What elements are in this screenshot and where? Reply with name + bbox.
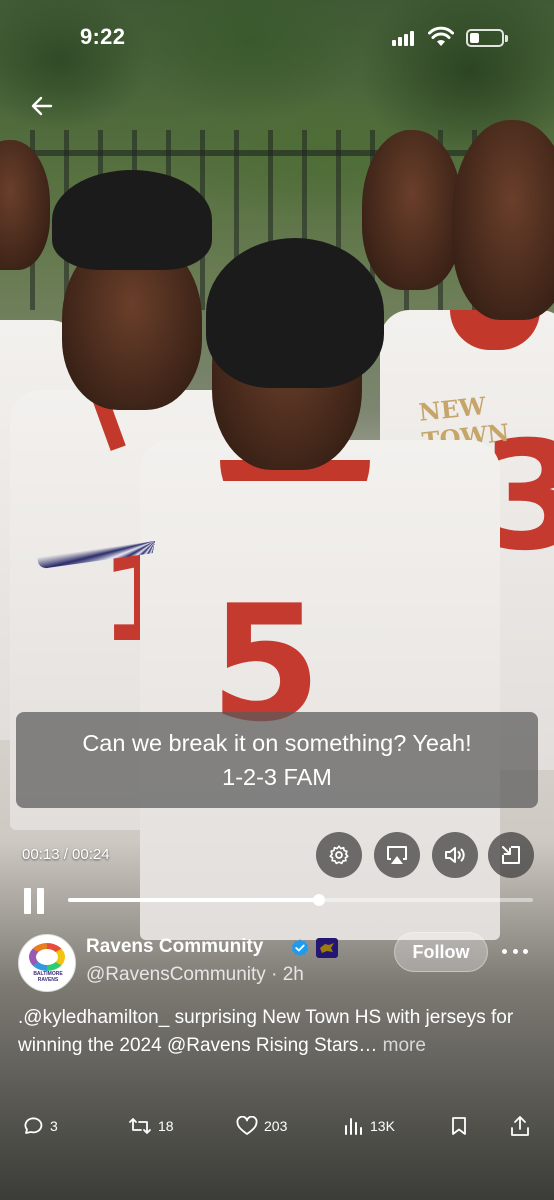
airplay-icon bbox=[387, 846, 407, 864]
scrubber-progress bbox=[68, 898, 320, 902]
affiliate-badge-icon bbox=[316, 938, 338, 958]
account-name[interactable]: Ravens Community bbox=[86, 936, 263, 958]
like-button[interactable]: 203 bbox=[236, 1114, 287, 1138]
dot bbox=[523, 948, 528, 954]
player-back-head bbox=[362, 130, 462, 290]
bookmark-icon bbox=[452, 1117, 466, 1135]
minimize-icon bbox=[502, 846, 520, 864]
video-scrubber[interactable] bbox=[68, 894, 533, 906]
player-cap-hat bbox=[52, 170, 212, 270]
arrow-left-icon bbox=[31, 96, 53, 116]
settings-button[interactable] bbox=[316, 832, 362, 878]
share-button[interactable] bbox=[510, 1114, 536, 1138]
tweet-body: .@kyledhamilton_ surprising New Town HS … bbox=[18, 1007, 514, 1056]
cellular-signal-icon bbox=[392, 30, 416, 46]
video-time: 00:13 / 00:24 bbox=[22, 846, 110, 863]
dot bbox=[502, 948, 507, 954]
status-bar: 9:22 bbox=[0, 0, 554, 72]
player-right-head bbox=[452, 120, 554, 320]
like-count: 203 bbox=[264, 1118, 288, 1134]
share-icon bbox=[511, 1116, 529, 1136]
show-more-link[interactable]: more bbox=[383, 1035, 426, 1056]
caption-line-2: 1-2-3 FAM bbox=[222, 764, 332, 790]
repost-count: 18 bbox=[158, 1118, 174, 1134]
minimize-button[interactable] bbox=[488, 832, 534, 878]
wifi-icon bbox=[428, 26, 454, 46]
jersey-collar bbox=[220, 460, 370, 530]
bar-chart-icon bbox=[345, 1118, 362, 1135]
status-time: 9:22 bbox=[80, 24, 126, 49]
avatar-logo bbox=[29, 943, 65, 971]
dot bbox=[512, 948, 518, 954]
scrubber-handle[interactable] bbox=[313, 894, 326, 906]
reply-button[interactable]: 3 bbox=[22, 1114, 58, 1138]
video-caption: Can we break it on something? Yeah! 1-2-… bbox=[16, 712, 538, 808]
pause-icon-bar-left bbox=[24, 888, 31, 914]
avatar[interactable]: BALTIMORE RAVENS bbox=[18, 934, 76, 992]
repost-icon bbox=[129, 1118, 151, 1134]
heart-icon bbox=[236, 1116, 258, 1135]
more-options-button[interactable] bbox=[500, 936, 530, 966]
view-count: 13K bbox=[370, 1118, 395, 1134]
caption-line-1: Can we break it on something? Yeah! bbox=[82, 730, 472, 756]
reply-icon bbox=[24, 1117, 43, 1134]
account-handle[interactable]: @RavensCommunity · 2h bbox=[86, 964, 304, 986]
player-center-durag bbox=[206, 238, 384, 388]
repost-button[interactable]: 18 bbox=[128, 1114, 174, 1138]
volume-button[interactable] bbox=[432, 832, 478, 878]
avatar-logo-text: BALTIMORE RAVENS bbox=[33, 971, 63, 983]
handheld-fan bbox=[22, 430, 178, 570]
pause-button[interactable] bbox=[22, 888, 46, 914]
follow-button[interactable]: Follow bbox=[394, 932, 488, 972]
back-button[interactable] bbox=[24, 88, 60, 124]
gear-icon bbox=[329, 845, 349, 865]
bookmark-button[interactable] bbox=[450, 1114, 474, 1138]
battery-icon bbox=[466, 29, 508, 47]
airplay-button[interactable] bbox=[374, 832, 420, 878]
tweet-text: .@kyledhamilton_ surprising New Town HS … bbox=[18, 1004, 538, 1060]
battery-level bbox=[470, 33, 479, 43]
handle-text: @RavensCommunity bbox=[86, 964, 266, 985]
speaker-icon bbox=[445, 847, 465, 863]
pause-icon-bar-right bbox=[37, 888, 44, 914]
verified-badge-icon bbox=[291, 939, 309, 957]
views-button[interactable]: 13K bbox=[344, 1114, 395, 1138]
reply-count: 3 bbox=[50, 1118, 58, 1134]
post-time: 2h bbox=[282, 964, 304, 985]
